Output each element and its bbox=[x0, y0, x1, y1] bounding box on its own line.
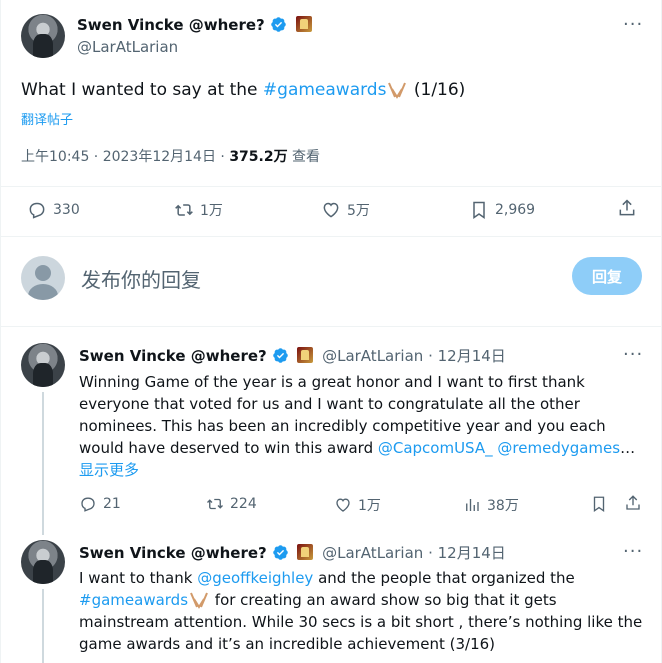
reply-author-avatar[interactable] bbox=[21, 343, 65, 387]
divider bbox=[1, 326, 662, 327]
share-icon bbox=[619, 199, 635, 216]
reply-text-line: mainstream attention. While 30 secs is a… bbox=[79, 613, 643, 631]
author-avatar[interactable] bbox=[21, 14, 65, 58]
divider bbox=[1, 186, 662, 187]
affiliate-badge-icon bbox=[297, 347, 314, 363]
reply-count: 21 bbox=[103, 496, 121, 512]
hashtag-link[interactable]: #gameawards bbox=[79, 591, 188, 609]
like-button[interactable]: 5万 bbox=[321, 200, 370, 220]
reply-icon bbox=[29, 202, 45, 219]
more-options-icon[interactable]: ··· bbox=[623, 344, 643, 365]
author-name[interactable]: Swen Vincke @where? bbox=[77, 16, 265, 34]
reply-text-line: nominees. This has been an incredibly co… bbox=[79, 417, 606, 435]
tweet-text: What I wanted to say at the #gameawards … bbox=[21, 78, 465, 102]
author-name-row: Swen Vincke @where? bbox=[77, 15, 312, 34]
thread-connector-line bbox=[42, 527, 44, 535]
reply-text-line: #gameawards for creating an award show s… bbox=[79, 589, 644, 611]
reply-text-segment: for creating an award show so big that i… bbox=[210, 591, 557, 609]
verified-badge-icon bbox=[272, 545, 288, 560]
reply-text-segment: would have deserved to win this award bbox=[79, 439, 378, 457]
bookmark-icon bbox=[593, 496, 605, 513]
affiliate-badge-icon bbox=[297, 544, 314, 560]
reply-text-line: game awards and it’s an incredible achie… bbox=[79, 635, 496, 653]
retweet-button[interactable]: 1万 bbox=[174, 200, 223, 220]
hashtag-link[interactable]: #gameawards bbox=[263, 80, 387, 100]
divider bbox=[1, 236, 662, 237]
reply-text-line: I want to thank @geoffkeighley and the p… bbox=[79, 567, 644, 589]
views-count: 375.2万 bbox=[229, 149, 288, 165]
thread-connector-line bbox=[42, 392, 44, 532]
gameawards-trophy-icon bbox=[190, 592, 208, 609]
reply-body: I want to thank @geoffkeighley and the p… bbox=[79, 567, 644, 655]
reply-composer-input[interactable]: 发布你的回复 bbox=[81, 264, 201, 293]
reply-submit-button[interactable]: 回复 bbox=[572, 257, 642, 295]
verified-badge-icon bbox=[271, 17, 286, 32]
reply-text-line: Winning Game of the year is a great hono… bbox=[79, 373, 585, 391]
separator-dot: · bbox=[428, 544, 438, 562]
retweet-count: 1万 bbox=[200, 203, 223, 219]
bookmark-button[interactable]: 2,969 bbox=[469, 200, 535, 220]
views-label: 查看 bbox=[287, 149, 321, 165]
reply-count: 330 bbox=[53, 202, 80, 218]
user-avatar-placeholder bbox=[21, 256, 65, 300]
reply-handle[interactable]: @LarAtLarian bbox=[322, 347, 423, 365]
like-button[interactable]: 1万 bbox=[334, 495, 381, 515]
verified-badge-icon bbox=[272, 348, 288, 363]
reply-date[interactable]: 12月14日 bbox=[438, 544, 506, 562]
retweet-count: 224 bbox=[230, 496, 257, 512]
tweet-time[interactable]: 上午10:45 · 2023年12月14日 · bbox=[21, 149, 229, 165]
mention-geoffkeighley-link[interactable]: @geoffkeighley bbox=[197, 569, 313, 587]
reply-author-avatar[interactable] bbox=[21, 540, 65, 584]
reply-handle[interactable]: @LarAtLarian bbox=[322, 544, 423, 562]
more-options-icon[interactable]: ··· bbox=[623, 541, 643, 562]
tweet-text-end: (1/16) bbox=[408, 80, 466, 100]
reply-button[interactable]: 330 bbox=[27, 200, 80, 220]
tweet-text-start: What I wanted to say at the bbox=[21, 80, 263, 100]
bookmark-icon bbox=[473, 201, 485, 219]
reply-text-line: everyone that voted for us and I want to… bbox=[79, 395, 580, 413]
views-count: 38万 bbox=[487, 498, 519, 514]
like-count: 1万 bbox=[358, 498, 381, 514]
bookmark-count: 2,969 bbox=[495, 202, 536, 218]
analytics-icon bbox=[466, 499, 479, 511]
share-button[interactable] bbox=[624, 494, 648, 512]
reply-button[interactable]: 21 bbox=[79, 495, 121, 513]
separator-dot: · bbox=[428, 347, 438, 365]
tweet-meta: 上午10:45 · 2023年12月14日 · 375.2万 查看 bbox=[21, 146, 320, 166]
reply-date[interactable]: 12月14日 bbox=[438, 347, 506, 365]
reply-author-name[interactable]: Swen Vincke @where? bbox=[79, 347, 267, 365]
reply-text-line: would have deserved to win this award @C… bbox=[79, 437, 644, 459]
translate-link[interactable]: 翻译帖子 bbox=[21, 109, 73, 128]
gameawards-trophy-icon bbox=[388, 82, 407, 99]
more-options-icon[interactable]: ··· bbox=[623, 14, 643, 35]
affiliate-badge-icon bbox=[295, 16, 312, 32]
retweet-button[interactable]: 224 bbox=[206, 495, 257, 513]
retweet-icon bbox=[207, 498, 223, 510]
reply-header: Swen Vincke @where? @LarAtLarian · 12月14… bbox=[79, 345, 506, 366]
bookmark-button[interactable] bbox=[590, 495, 614, 513]
reply-text-segment: I want to thank bbox=[79, 569, 198, 587]
tweet-thread-view: Swen Vincke @where? @LarAtLarian ··· Wha… bbox=[0, 0, 662, 663]
mention-capcom-link[interactable]: @CapcomUSA_ bbox=[378, 439, 493, 457]
reply-header: Swen Vincke @where? @LarAtLarian · 12月14… bbox=[79, 542, 506, 563]
mention-remedy-link[interactable]: @remedygames bbox=[497, 439, 620, 457]
share-button[interactable] bbox=[617, 198, 643, 218]
ellipsis: … bbox=[620, 439, 636, 457]
thread-connector-line bbox=[42, 589, 44, 663]
reply-author-name[interactable]: Swen Vincke @where? bbox=[79, 544, 267, 562]
share-icon bbox=[626, 495, 640, 510]
heart-icon bbox=[336, 498, 350, 512]
reply-text-segment: and the people that organized the bbox=[313, 569, 575, 587]
show-more-link[interactable]: 显示更多 bbox=[79, 459, 644, 481]
author-handle[interactable]: @LarAtLarian bbox=[77, 38, 178, 56]
like-count: 5万 bbox=[347, 203, 370, 219]
views-button[interactable]: 38万 bbox=[463, 495, 519, 515]
heart-icon bbox=[323, 202, 339, 218]
reply-icon bbox=[81, 497, 95, 512]
retweet-icon bbox=[175, 204, 193, 216]
reply-body: Winning Game of the year is a great hono… bbox=[79, 371, 644, 481]
